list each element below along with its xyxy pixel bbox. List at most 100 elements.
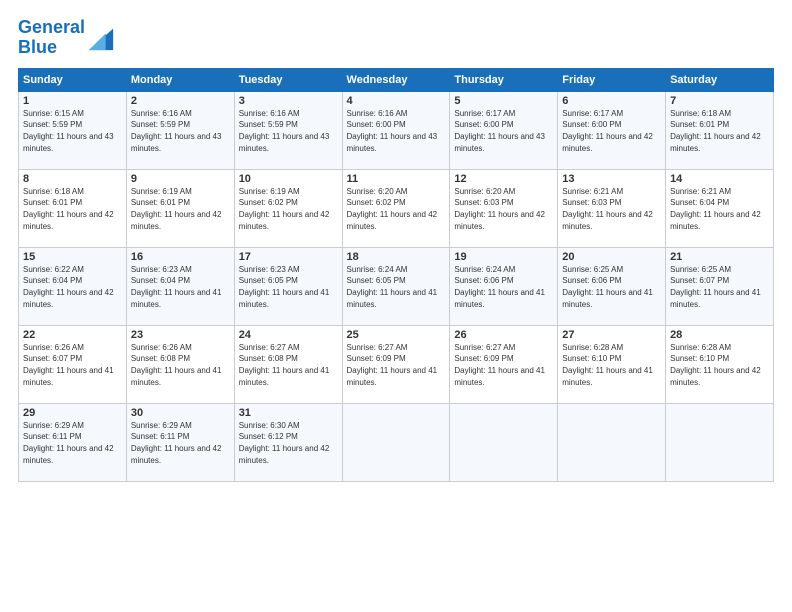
- day-cell: 11 Sunrise: 6:20 AMSunset: 6:02 PMDaylig…: [342, 169, 450, 247]
- logo-icon: [87, 24, 115, 52]
- day-number: 23: [131, 329, 230, 341]
- day-info: Sunrise: 6:15 AMSunset: 5:59 PMDaylight:…: [23, 109, 114, 153]
- day-number: 2: [131, 95, 230, 107]
- day-info: Sunrise: 6:30 AMSunset: 6:12 PMDaylight:…: [239, 421, 330, 465]
- day-info: Sunrise: 6:21 AMSunset: 6:03 PMDaylight:…: [562, 187, 653, 231]
- col-header-tuesday: Tuesday: [234, 68, 342, 91]
- day-info: Sunrise: 6:18 AMSunset: 6:01 PMDaylight:…: [23, 187, 114, 231]
- day-number: 13: [562, 173, 661, 185]
- day-cell: 29 Sunrise: 6:29 AMSunset: 6:11 PMDaylig…: [19, 403, 127, 481]
- day-number: 5: [454, 95, 553, 107]
- day-cell: [666, 403, 774, 481]
- day-number: 25: [347, 329, 446, 341]
- day-cell: 4 Sunrise: 6:16 AMSunset: 6:00 PMDayligh…: [342, 91, 450, 169]
- day-cell: [558, 403, 666, 481]
- day-info: Sunrise: 6:26 AMSunset: 6:07 PMDaylight:…: [23, 343, 114, 387]
- day-number: 27: [562, 329, 661, 341]
- day-cell: 21 Sunrise: 6:25 AMSunset: 6:07 PMDaylig…: [666, 247, 774, 325]
- day-number: 14: [670, 173, 769, 185]
- day-number: 19: [454, 251, 553, 263]
- day-number: 12: [454, 173, 553, 185]
- day-cell: 30 Sunrise: 6:29 AMSunset: 6:11 PMDaylig…: [126, 403, 234, 481]
- day-number: 29: [23, 407, 122, 419]
- week-row-1: 1 Sunrise: 6:15 AMSunset: 5:59 PMDayligh…: [19, 91, 774, 169]
- day-info: Sunrise: 6:25 AMSunset: 6:07 PMDaylight:…: [670, 265, 761, 309]
- week-row-2: 8 Sunrise: 6:18 AMSunset: 6:01 PMDayligh…: [19, 169, 774, 247]
- col-header-saturday: Saturday: [666, 68, 774, 91]
- day-info: Sunrise: 6:23 AMSunset: 6:04 PMDaylight:…: [131, 265, 222, 309]
- day-info: Sunrise: 6:16 AMSunset: 5:59 PMDaylight:…: [131, 109, 222, 153]
- day-cell: 5 Sunrise: 6:17 AMSunset: 6:00 PMDayligh…: [450, 91, 558, 169]
- day-number: 11: [347, 173, 446, 185]
- day-cell: 27 Sunrise: 6:28 AMSunset: 6:10 PMDaylig…: [558, 325, 666, 403]
- day-info: Sunrise: 6:27 AMSunset: 6:08 PMDaylight:…: [239, 343, 330, 387]
- day-cell: 17 Sunrise: 6:23 AMSunset: 6:05 PMDaylig…: [234, 247, 342, 325]
- day-info: Sunrise: 6:20 AMSunset: 6:02 PMDaylight:…: [347, 187, 438, 231]
- day-cell: 16 Sunrise: 6:23 AMSunset: 6:04 PMDaylig…: [126, 247, 234, 325]
- day-info: Sunrise: 6:28 AMSunset: 6:10 PMDaylight:…: [670, 343, 761, 387]
- day-cell: 8 Sunrise: 6:18 AMSunset: 6:01 PMDayligh…: [19, 169, 127, 247]
- day-info: Sunrise: 6:16 AMSunset: 5:59 PMDaylight:…: [239, 109, 330, 153]
- day-cell: 15 Sunrise: 6:22 AMSunset: 6:04 PMDaylig…: [19, 247, 127, 325]
- day-number: 31: [239, 407, 338, 419]
- logo-text: General Blue: [18, 18, 85, 58]
- day-number: 17: [239, 251, 338, 263]
- day-info: Sunrise: 6:23 AMSunset: 6:05 PMDaylight:…: [239, 265, 330, 309]
- day-cell: 19 Sunrise: 6:24 AMSunset: 6:06 PMDaylig…: [450, 247, 558, 325]
- week-row-4: 22 Sunrise: 6:26 AMSunset: 6:07 PMDaylig…: [19, 325, 774, 403]
- day-cell: 7 Sunrise: 6:18 AMSunset: 6:01 PMDayligh…: [666, 91, 774, 169]
- col-header-monday: Monday: [126, 68, 234, 91]
- logo-general: General: [18, 17, 85, 37]
- day-info: Sunrise: 6:19 AMSunset: 6:02 PMDaylight:…: [239, 187, 330, 231]
- day-number: 4: [347, 95, 446, 107]
- col-header-friday: Friday: [558, 68, 666, 91]
- day-info: Sunrise: 6:18 AMSunset: 6:01 PMDaylight:…: [670, 109, 761, 153]
- day-cell: 20 Sunrise: 6:25 AMSunset: 6:06 PMDaylig…: [558, 247, 666, 325]
- day-cell: 24 Sunrise: 6:27 AMSunset: 6:08 PMDaylig…: [234, 325, 342, 403]
- day-info: Sunrise: 6:29 AMSunset: 6:11 PMDaylight:…: [23, 421, 114, 465]
- header: General Blue: [18, 18, 774, 58]
- day-number: 3: [239, 95, 338, 107]
- day-cell: 12 Sunrise: 6:20 AMSunset: 6:03 PMDaylig…: [450, 169, 558, 247]
- day-number: 28: [670, 329, 769, 341]
- week-row-5: 29 Sunrise: 6:29 AMSunset: 6:11 PMDaylig…: [19, 403, 774, 481]
- day-number: 20: [562, 251, 661, 263]
- day-info: Sunrise: 6:24 AMSunset: 6:06 PMDaylight:…: [454, 265, 545, 309]
- day-info: Sunrise: 6:17 AMSunset: 6:00 PMDaylight:…: [454, 109, 545, 153]
- day-number: 7: [670, 95, 769, 107]
- day-cell: [450, 403, 558, 481]
- day-number: 22: [23, 329, 122, 341]
- day-number: 1: [23, 95, 122, 107]
- day-cell: 13 Sunrise: 6:21 AMSunset: 6:03 PMDaylig…: [558, 169, 666, 247]
- day-info: Sunrise: 6:22 AMSunset: 6:04 PMDaylight:…: [23, 265, 114, 309]
- day-number: 30: [131, 407, 230, 419]
- day-cell: 14 Sunrise: 6:21 AMSunset: 6:04 PMDaylig…: [666, 169, 774, 247]
- day-cell: [342, 403, 450, 481]
- day-info: Sunrise: 6:26 AMSunset: 6:08 PMDaylight:…: [131, 343, 222, 387]
- day-info: Sunrise: 6:27 AMSunset: 6:09 PMDaylight:…: [454, 343, 545, 387]
- day-info: Sunrise: 6:17 AMSunset: 6:00 PMDaylight:…: [562, 109, 653, 153]
- day-cell: 3 Sunrise: 6:16 AMSunset: 5:59 PMDayligh…: [234, 91, 342, 169]
- page: General Blue SundayMondayTuesdayWednesda…: [0, 0, 792, 612]
- day-cell: 25 Sunrise: 6:27 AMSunset: 6:09 PMDaylig…: [342, 325, 450, 403]
- day-number: 16: [131, 251, 230, 263]
- day-cell: 10 Sunrise: 6:19 AMSunset: 6:02 PMDaylig…: [234, 169, 342, 247]
- day-info: Sunrise: 6:25 AMSunset: 6:06 PMDaylight:…: [562, 265, 653, 309]
- week-row-3: 15 Sunrise: 6:22 AMSunset: 6:04 PMDaylig…: [19, 247, 774, 325]
- day-info: Sunrise: 6:29 AMSunset: 6:11 PMDaylight:…: [131, 421, 222, 465]
- logo: General Blue: [18, 18, 115, 58]
- day-cell: 9 Sunrise: 6:19 AMSunset: 6:01 PMDayligh…: [126, 169, 234, 247]
- day-number: 9: [131, 173, 230, 185]
- day-number: 10: [239, 173, 338, 185]
- day-number: 6: [562, 95, 661, 107]
- col-header-thursday: Thursday: [450, 68, 558, 91]
- day-cell: 23 Sunrise: 6:26 AMSunset: 6:08 PMDaylig…: [126, 325, 234, 403]
- day-info: Sunrise: 6:27 AMSunset: 6:09 PMDaylight:…: [347, 343, 438, 387]
- day-info: Sunrise: 6:19 AMSunset: 6:01 PMDaylight:…: [131, 187, 222, 231]
- day-info: Sunrise: 6:16 AMSunset: 6:00 PMDaylight:…: [347, 109, 438, 153]
- day-number: 24: [239, 329, 338, 341]
- day-info: Sunrise: 6:28 AMSunset: 6:10 PMDaylight:…: [562, 343, 653, 387]
- logo-blue: Blue: [18, 37, 57, 57]
- day-info: Sunrise: 6:20 AMSunset: 6:03 PMDaylight:…: [454, 187, 545, 231]
- day-cell: 26 Sunrise: 6:27 AMSunset: 6:09 PMDaylig…: [450, 325, 558, 403]
